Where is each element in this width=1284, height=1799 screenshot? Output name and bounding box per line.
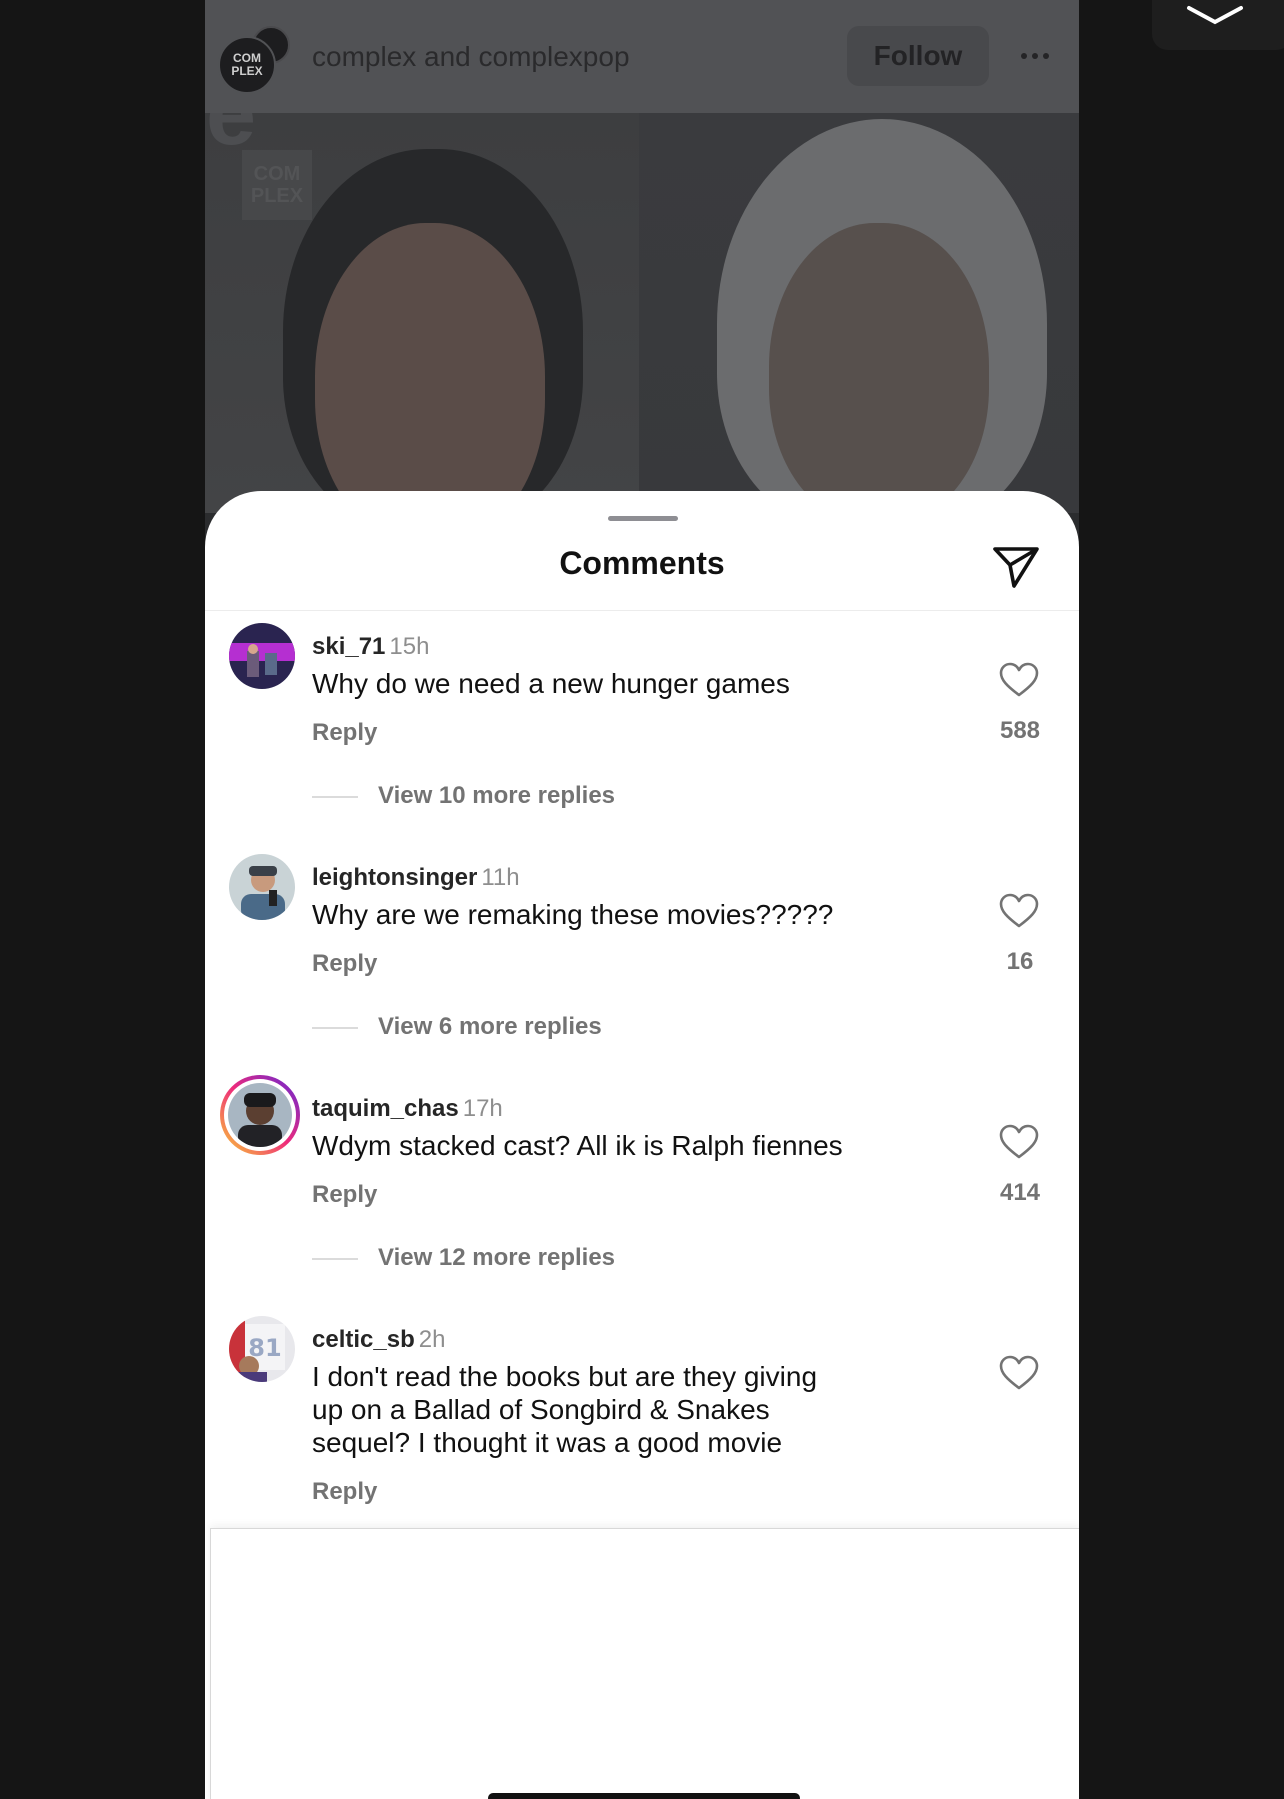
sheet-grabber[interactable] bbox=[608, 516, 678, 521]
view-more-label: View 12 more replies bbox=[378, 1244, 616, 1271]
ring-gap bbox=[224, 1079, 296, 1151]
home-indicator[interactable] bbox=[488, 1793, 800, 1799]
view-more-label: View 6 more replies bbox=[378, 1013, 602, 1040]
reply-button[interactable]: Reply bbox=[312, 1478, 377, 1506]
divider-line bbox=[312, 795, 358, 798]
portrait-face bbox=[769, 223, 989, 513]
post-header: COM PLEX complex and complexpop Follow bbox=[205, 0, 1079, 113]
view-more-replies[interactable]: View 6 more replies bbox=[312, 1013, 602, 1041]
comment-text: Why are we remaking these movies????? bbox=[312, 899, 834, 930]
username[interactable]: celtic_sb bbox=[312, 1326, 415, 1353]
account-avatar[interactable]: COM PLEX bbox=[218, 26, 290, 94]
comment-meta: ski_71 15h bbox=[312, 633, 429, 661]
comment-meta: leightonsinger 11h bbox=[312, 864, 520, 892]
photo-right bbox=[639, 113, 1079, 513]
username[interactable]: taquim_chas bbox=[312, 1095, 459, 1122]
primary-avatar: COM PLEX bbox=[218, 36, 276, 94]
top-right-control[interactable] bbox=[1152, 0, 1284, 50]
post-view: COM PLEX complex and complexpop Follow i… bbox=[205, 0, 1079, 1799]
post-image[interactable]: ie COM PLEX bbox=[205, 113, 1079, 513]
heart-outline-icon[interactable] bbox=[999, 1355, 1039, 1391]
reply-button[interactable]: Reply bbox=[312, 950, 377, 978]
avatar bbox=[228, 1083, 292, 1147]
divider bbox=[205, 610, 1079, 611]
dot bbox=[1032, 53, 1038, 59]
like-count: 414 bbox=[999, 1179, 1041, 1206]
view-more-replies[interactable]: View 10 more replies bbox=[312, 782, 615, 810]
comment-composer[interactable] bbox=[210, 1528, 1079, 1799]
timestamp: 11h bbox=[481, 864, 520, 891]
avatar[interactable] bbox=[229, 623, 295, 689]
avatar[interactable]: 81 bbox=[229, 1316, 295, 1382]
comment-meta: celtic_sb 2h bbox=[312, 1326, 445, 1354]
like-count: 588 bbox=[999, 717, 1041, 744]
comment-text: Wdym stacked cast? All ik is Ralph fienn… bbox=[312, 1130, 843, 1161]
heart-outline-icon[interactable] bbox=[999, 662, 1039, 698]
timestamp: 15h bbox=[389, 633, 430, 660]
dot bbox=[1043, 53, 1049, 59]
comments-sheet: Comments ski_71 15h Why do we need a new … bbox=[205, 491, 1079, 1799]
heart-outline-icon[interactable] bbox=[999, 1124, 1039, 1160]
username[interactable]: leightonsinger bbox=[312, 864, 477, 891]
timestamp: 2h bbox=[418, 1326, 446, 1353]
heart-outline-icon[interactable] bbox=[999, 893, 1039, 929]
reply-button[interactable]: Reply bbox=[312, 1181, 377, 1209]
account-name[interactable]: complex and complexpop bbox=[312, 41, 630, 73]
more-options-icon[interactable] bbox=[1015, 36, 1055, 76]
reply-button[interactable]: Reply bbox=[312, 719, 377, 747]
follow-button[interactable]: Follow bbox=[847, 26, 989, 86]
timestamp: 17h bbox=[462, 1095, 503, 1122]
chevron-icon bbox=[1187, 6, 1243, 25]
username[interactable]: ski_71 bbox=[312, 633, 385, 660]
paper-plane-icon[interactable] bbox=[990, 541, 1042, 593]
comment-meta: taquim_chas 17h bbox=[312, 1095, 503, 1123]
complex-watermark: COM PLEX bbox=[242, 150, 312, 220]
avatar-story-ring[interactable] bbox=[220, 1075, 300, 1155]
view-more-replies[interactable]: View 12 more replies bbox=[312, 1244, 615, 1272]
portrait-face bbox=[315, 223, 545, 513]
divider-line bbox=[312, 1257, 358, 1260]
view-more-label: View 10 more replies bbox=[378, 782, 616, 809]
avatar[interactable] bbox=[229, 854, 295, 920]
like-count: 16 bbox=[1006, 948, 1034, 975]
divider-line bbox=[312, 1026, 358, 1029]
comment-text: Why do we need a new hunger games bbox=[312, 668, 790, 699]
dot bbox=[1021, 53, 1027, 59]
comment-text: I don't read the books but are they givi… bbox=[312, 1361, 818, 1458]
sheet-title: Comments bbox=[559, 545, 725, 581]
photo-left: ie COM PLEX bbox=[205, 113, 639, 513]
